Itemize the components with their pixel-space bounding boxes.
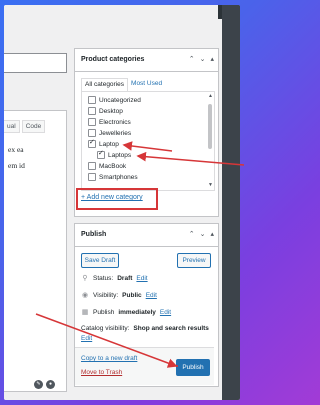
category-label: Smartphones (99, 173, 138, 181)
category-label: Desktop (99, 107, 123, 115)
category-checklist: Uncategorized Desktop Electronics Jewell… (81, 91, 215, 191)
scroll-thumb[interactable] (208, 104, 212, 149)
publish-label: Publish (93, 308, 115, 316)
tab-code[interactable]: Code (21, 120, 46, 133)
edit-visibility-link[interactable]: Edit (146, 292, 157, 299)
wordpress-editor-window: ual Code ex ea em id ✎ ● Product categor… (4, 5, 240, 400)
status-label: Status: (93, 274, 114, 282)
move-down-icon[interactable]: ⌄ (200, 230, 206, 238)
post-title-input[interactable] (4, 53, 67, 73)
category-item[interactable]: Laptop (88, 138, 119, 148)
category-item[interactable]: Electronics (88, 118, 131, 126)
catalog-edit-row: Edit (81, 335, 92, 342)
calendar-icon: ▦ (81, 309, 89, 316)
edit-publish-time-link[interactable]: Edit (160, 309, 171, 316)
publish-box: Publish ⌃ ⌄ ▴ Save Draft Preview ⚲ Statu… (74, 223, 219, 387)
publish-value: immediately (118, 308, 156, 316)
visibility-row: ◉ Visibility: Public Edit (81, 291, 157, 300)
edit-icon[interactable]: ✎ (34, 380, 43, 389)
edit-status-link[interactable]: Edit (136, 275, 147, 282)
publish-title: Publish (81, 231, 107, 238)
category-item[interactable]: Desktop (88, 107, 123, 115)
save-draft-button[interactable]: Save Draft (81, 253, 119, 268)
category-checkbox[interactable] (88, 107, 96, 115)
category-checkbox[interactable] (88, 118, 96, 126)
category-item[interactable]: MacBook (88, 162, 126, 170)
category-checkbox-checked[interactable] (88, 138, 96, 148)
publish-actions: Copy to a new draft Move to Trash Publis… (75, 347, 214, 385)
post-editor-column: ual Code ex ea em id ✎ ● (4, 5, 70, 400)
copy-to-draft-link[interactable]: Copy to a new draft (81, 355, 137, 362)
category-item-child[interactable]: Laptops (97, 149, 132, 159)
pin-icon: ⚲ (82, 275, 88, 282)
category-label: Electronics (99, 118, 131, 126)
catalog-visibility-row: Catalog visibility: Shop and search resu… (81, 325, 209, 332)
category-checkbox[interactable] (88, 173, 96, 181)
publish-button[interactable]: Publish (176, 359, 210, 376)
editor-text-line: em id (8, 161, 25, 170)
catalog-value: Shop and search results (133, 325, 209, 332)
visibility-value: Public (122, 291, 142, 299)
eye-icon: ◉ (81, 292, 89, 299)
move-to-trash-link[interactable]: Move to Trash (81, 369, 122, 376)
product-categories-header: Product categories ⌃ ⌄ ▴ (75, 49, 218, 72)
tab-visual[interactable]: ual (4, 120, 20, 133)
category-item[interactable]: Smartphones (88, 173, 138, 181)
category-checkbox[interactable] (88, 129, 96, 137)
category-scrollbar[interactable]: ▲ ▼ (208, 93, 213, 188)
editor-text-line: ex ea (8, 145, 24, 154)
category-label: Uncategorized (99, 96, 141, 104)
dark-side-column (222, 5, 240, 400)
editor-status-icons: ✎ ● (34, 380, 55, 389)
move-down-icon[interactable]: ⌄ (200, 55, 206, 63)
toggle-panel-icon[interactable]: ▴ (210, 230, 214, 238)
annotation-highlight-box (76, 188, 158, 210)
grammar-icon[interactable]: ● (46, 380, 55, 389)
edit-catalog-link[interactable]: Edit (81, 335, 92, 342)
category-checkbox[interactable] (88, 96, 96, 104)
tab-all-categories[interactable]: All categories (81, 78, 129, 92)
box-controls: ⌃ ⌄ ▴ (189, 55, 214, 63)
scroll-up-icon[interactable]: ▲ (208, 93, 213, 99)
product-categories-title: Product categories (81, 56, 145, 63)
move-up-icon[interactable]: ⌃ (189, 55, 195, 63)
category-label: Laptop (99, 140, 119, 148)
toggle-panel-icon[interactable]: ▴ (210, 55, 214, 63)
move-up-icon[interactable]: ⌃ (189, 230, 195, 238)
category-label: MacBook (99, 162, 127, 170)
category-item[interactable]: Uncategorized (88, 96, 141, 104)
box-controls: ⌃ ⌄ ▴ (189, 230, 214, 238)
visibility-label: Visibility: (93, 291, 119, 299)
publish-header: Publish ⌃ ⌄ ▴ (75, 224, 218, 247)
editor-content-text: ex ea em id (8, 142, 25, 174)
preview-button[interactable]: Preview (177, 253, 211, 268)
editor-tabs: ual Code (4, 120, 47, 133)
category-tabs: All categories Most Used (81, 78, 165, 92)
catalog-label: Catalog visibility: (81, 325, 130, 332)
scroll-down-icon[interactable]: ▼ (208, 182, 213, 188)
category-label: Jewelleries (99, 129, 132, 137)
status-row: ⚲ Status: Draft Edit (81, 274, 147, 283)
tab-most-used[interactable]: Most Used (128, 78, 165, 92)
category-checkbox[interactable] (88, 162, 96, 170)
publish-time-row: ▦ Publish immediately Edit (81, 308, 171, 317)
category-checkbox-checked[interactable] (97, 149, 105, 159)
category-item[interactable]: Jewelleries (88, 129, 131, 137)
category-label: Laptops (108, 151, 132, 159)
status-value: Draft (117, 274, 133, 282)
